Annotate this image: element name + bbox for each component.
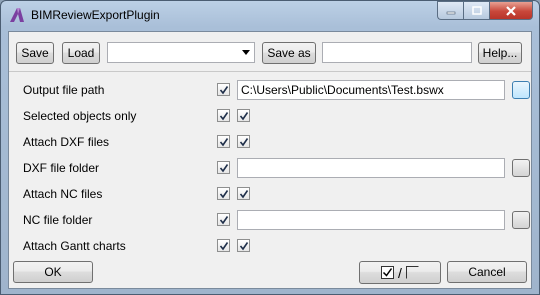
- nc-file-folder-input[interactable]: [237, 210, 505, 230]
- browse-button[interactable]: [512, 81, 530, 99]
- include-checkbox[interactable]: [217, 109, 230, 122]
- option-label: Attach Gantt charts: [23, 239, 126, 253]
- check-icon: [239, 242, 249, 251]
- option-label: DXF file folder: [23, 161, 100, 175]
- minimize-icon: [446, 11, 455, 14]
- check-icon: [239, 112, 249, 121]
- load-button[interactable]: Load: [62, 42, 100, 64]
- save-as-name-input[interactable]: [322, 42, 472, 63]
- include-checkbox[interactable]: [217, 213, 230, 226]
- dxf-file-folder-input[interactable]: [237, 158, 505, 178]
- minimize-button[interactable]: [437, 1, 463, 20]
- option-row-selected-objects-only: Selected objects only: [9, 103, 531, 129]
- option-label: NC file folder: [23, 213, 93, 227]
- dialog-window: BIMReviewExportPlugin Save Load Save as …: [0, 0, 540, 295]
- title-bar[interactable]: BIMReviewExportPlugin: [1, 1, 539, 29]
- option-label: Output file path: [23, 83, 105, 97]
- save-as-button[interactable]: Save as: [262, 42, 316, 64]
- dialog-client-area: Save Load Save as Help... Output file pa…: [8, 31, 532, 289]
- option-label: Selected objects only: [23, 109, 137, 123]
- option-row-attach-dxf-files: Attach DXF files: [9, 129, 531, 155]
- include-checkbox[interactable]: [217, 187, 230, 200]
- include-checkbox[interactable]: [217, 83, 230, 96]
- toggle-separator: /: [398, 264, 402, 281]
- option-label: Attach DXF files: [23, 135, 110, 149]
- value-checkbox[interactable]: [237, 135, 250, 148]
- toggle-all-button[interactable]: /: [359, 261, 441, 284]
- option-row-attach-gantt-charts: Attach Gantt charts: [9, 233, 531, 259]
- output-file-path-input[interactable]: C:\Users\Public\Documents\Test.bswx: [237, 80, 505, 100]
- check-icon: [219, 190, 229, 199]
- check-icon: [219, 112, 229, 121]
- option-row-attach-nc-files: Attach NC files: [9, 181, 531, 207]
- help-button[interactable]: Help...: [478, 42, 522, 64]
- window-controls: [437, 1, 533, 20]
- option-row-nc-file-folder: NC file folder: [9, 207, 531, 233]
- include-checkbox[interactable]: [217, 135, 230, 148]
- cancel-button[interactable]: Cancel: [447, 261, 527, 283]
- save-button[interactable]: Save: [16, 42, 54, 64]
- window-title: BIMReviewExportPlugin: [31, 8, 160, 22]
- check-icon: [219, 164, 229, 173]
- maximize-icon: [471, 5, 482, 15]
- check-icon: [219, 216, 229, 225]
- close-button[interactable]: [489, 1, 533, 20]
- option-row-dxf-file-folder: DXF file folder: [9, 155, 531, 181]
- maximize-button[interactable]: [463, 1, 489, 20]
- value-checkbox[interactable]: [237, 187, 250, 200]
- check-icon: [219, 138, 229, 147]
- unchecked-box-icon: [405, 266, 419, 279]
- browse-button[interactable]: [512, 159, 530, 177]
- preset-toolbar: Save Load Save as Help...: [9, 32, 531, 72]
- value-checkbox[interactable]: [237, 239, 250, 252]
- check-icon: [219, 86, 229, 95]
- close-icon: [506, 5, 516, 16]
- check-icon: [239, 138, 249, 147]
- checked-box-icon: [381, 266, 395, 279]
- option-row-output-file-path: Output file path C:\Users\Public\Documen…: [9, 77, 531, 103]
- check-icon: [219, 242, 229, 251]
- ok-button[interactable]: OK: [13, 261, 93, 283]
- check-icon: [239, 190, 249, 199]
- preset-dropdown[interactable]: [107, 42, 255, 63]
- option-label: Attach NC files: [23, 187, 103, 201]
- value-checkbox[interactable]: [237, 109, 250, 122]
- include-checkbox[interactable]: [217, 239, 230, 252]
- chevron-down-icon: [242, 50, 250, 55]
- autodesk-a-icon: [10, 8, 24, 22]
- include-checkbox[interactable]: [217, 161, 230, 174]
- browse-button[interactable]: [512, 211, 530, 229]
